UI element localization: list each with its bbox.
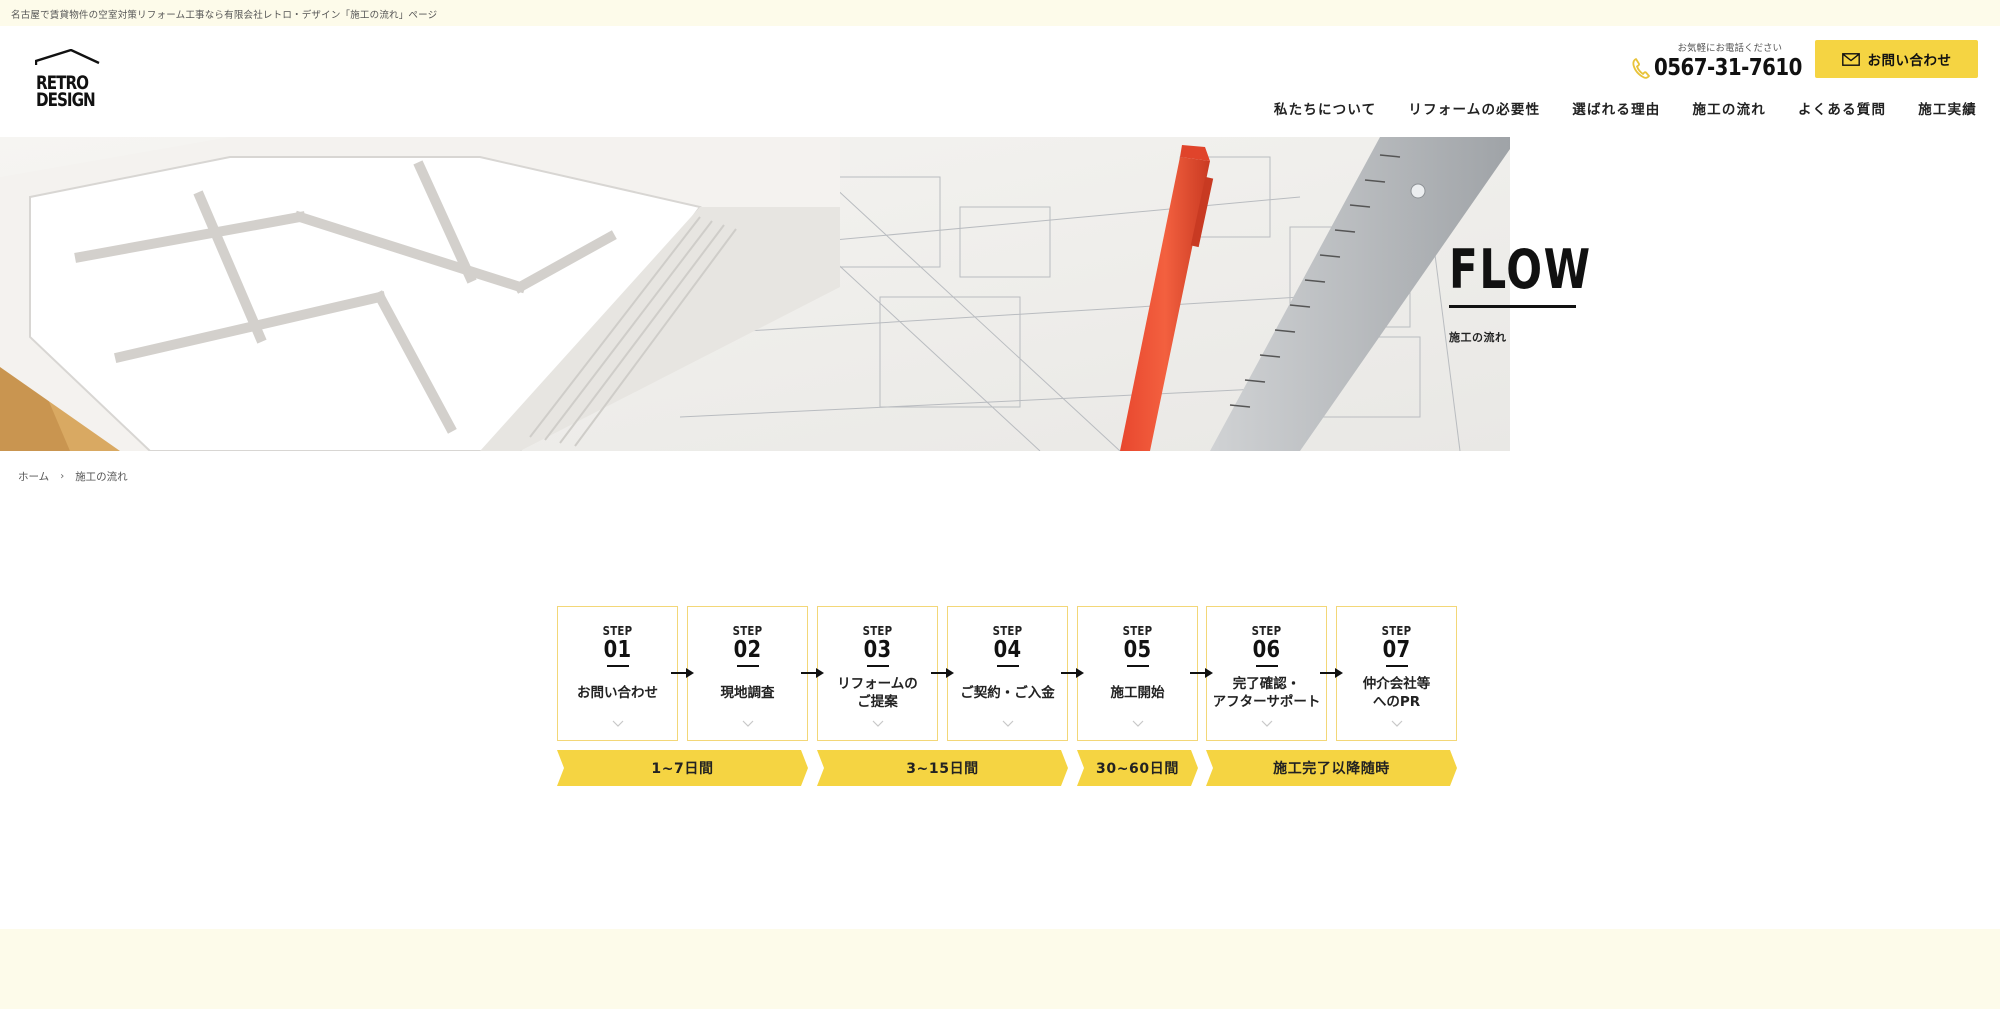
- period-label: 30~60日間: [1096, 761, 1179, 777]
- logo-line-2: DESIGN: [36, 90, 96, 111]
- chevron-right-icon: ›: [60, 471, 65, 482]
- step-number: 05: [1123, 637, 1152, 663]
- period-badge-4: 施工完了以降随時: [1206, 750, 1457, 786]
- contact-button-label: お問い合わせ: [1867, 53, 1952, 69]
- next-section-band: [0, 929, 2000, 1009]
- nav-item-about[interactable]: 私たちについて: [1274, 98, 1377, 118]
- hero-title: FLOW: [1449, 238, 1592, 301]
- flow-step-2: STEP 02 現地調査: [687, 606, 808, 741]
- step-label: STEP: [862, 624, 893, 638]
- contact-button[interactable]: お問い合わせ: [1815, 40, 1978, 78]
- mail-icon: [1841, 52, 1860, 66]
- step-number-underline: [736, 665, 759, 667]
- step-number-underline: [1255, 665, 1278, 667]
- step-number: 02: [733, 637, 762, 663]
- breadcrumb: ホーム › 施工の流れ: [18, 469, 128, 484]
- chevron-down-icon: [872, 720, 883, 727]
- chevron-down-icon: [1132, 720, 1143, 727]
- breadcrumb-current: 施工の流れ: [75, 471, 128, 483]
- step-label: STEP: [732, 624, 763, 638]
- period-label: 1~7日間: [651, 761, 714, 777]
- hero-illustration: [0, 137, 1510, 451]
- phone-icon: [1632, 58, 1650, 79]
- tel-note: お気軽にお電話ください: [1677, 43, 1782, 54]
- step-number-underline: [1126, 665, 1149, 667]
- period-badge-3: 30~60日間: [1077, 750, 1198, 786]
- chevron-down-icon: [612, 720, 623, 727]
- step-title: 施工開始: [1110, 685, 1165, 701]
- chevron-down-icon: [742, 720, 753, 727]
- chevron-down-icon: [1391, 720, 1402, 727]
- step-number-underline: [866, 665, 889, 667]
- step-title: 仲介会社等 へのPR: [1362, 676, 1431, 710]
- period-badge-1: 1~7日間: [557, 750, 808, 786]
- site-description: 名古屋で賃貸物件の空室対策リフォーム工事なら有限会社レトロ・デザイン「施工の流れ…: [11, 10, 438, 21]
- step-label: STEP: [1251, 624, 1282, 638]
- site-logo[interactable]: RETRO DESIGN: [35, 49, 105, 117]
- hero-image: [0, 137, 1510, 451]
- hero-title-underline: [1449, 305, 1576, 308]
- arrow-right-icon: [931, 668, 954, 678]
- logo-wordmark: RETRO DESIGN: [36, 74, 96, 111]
- step-label: STEP: [1381, 624, 1412, 638]
- step-number-underline: [1385, 665, 1408, 667]
- flow-step-7: STEP 07 仲介会社等 へのPR: [1336, 606, 1457, 741]
- chevron-down-icon: [1261, 720, 1272, 727]
- hero-subtitle: 施工の流れ: [1449, 331, 1507, 344]
- step-title: 完了確認・ アフターサポート: [1212, 676, 1321, 710]
- step-title: リフォームの ご提案: [837, 676, 918, 710]
- step-title: 現地調査: [720, 685, 775, 701]
- step-number-underline: [606, 665, 629, 667]
- nav-item-faq[interactable]: よくある質問: [1798, 98, 1886, 118]
- period-badge-2: 3~15日間: [817, 750, 1068, 786]
- step-number-underline: [996, 665, 1019, 667]
- step-label: STEP: [992, 624, 1023, 638]
- global-nav: 私たちについて リフォームの必要性 選ばれる理由 施工の流れ よくある質問 施工…: [1242, 98, 1977, 118]
- step-label: STEP: [1122, 624, 1153, 638]
- flow-step-5: STEP 05 施工開始: [1077, 606, 1198, 741]
- step-number: 04: [993, 637, 1022, 663]
- phone-link[interactable]: 0567-31-7610: [1632, 54, 1826, 82]
- step-number: 01: [603, 637, 632, 663]
- flow-step-6: STEP 06 完了確認・ アフターサポート: [1206, 606, 1327, 741]
- house-roof-icon: [35, 49, 100, 65]
- flow-step-3: STEP 03 リフォームの ご提案: [817, 606, 938, 741]
- phone-number: 0567-31-7610: [1654, 55, 1802, 81]
- step-label: STEP: [602, 624, 633, 638]
- step-number: 06: [1252, 637, 1281, 663]
- arrow-right-icon: [1320, 668, 1343, 678]
- step-number: 07: [1382, 637, 1411, 663]
- step-title: お問い合わせ: [577, 685, 658, 701]
- breadcrumb-home[interactable]: ホーム: [18, 469, 49, 484]
- arrow-right-icon: [1190, 668, 1213, 678]
- flow-step-1: STEP 01 お問い合わせ: [557, 606, 678, 741]
- nav-item-flow[interactable]: 施工の流れ: [1692, 98, 1766, 118]
- nav-item-reasons[interactable]: 選ばれる理由: [1572, 98, 1660, 118]
- chevron-down-icon: [1002, 720, 1013, 727]
- step-number: 03: [863, 637, 892, 663]
- arrow-right-icon: [801, 668, 824, 678]
- period-label: 施工完了以降随時: [1273, 761, 1390, 777]
- nav-item-works[interactable]: 施工実績: [1918, 98, 1977, 118]
- step-title: ご契約・ご入金: [960, 685, 1055, 701]
- nav-item-necessity[interactable]: リフォームの必要性: [1408, 98, 1540, 118]
- period-label: 3~15日間: [906, 761, 979, 777]
- flow-step-4: STEP 04 ご契約・ご入金: [947, 606, 1068, 741]
- arrow-right-icon: [1061, 668, 1084, 678]
- arrow-right-icon: [671, 668, 694, 678]
- top-announcement-bar: 名古屋で賃貸物件の空室対策リフォーム工事なら有限会社レトロ・デザイン「施工の流れ…: [0, 0, 2000, 26]
